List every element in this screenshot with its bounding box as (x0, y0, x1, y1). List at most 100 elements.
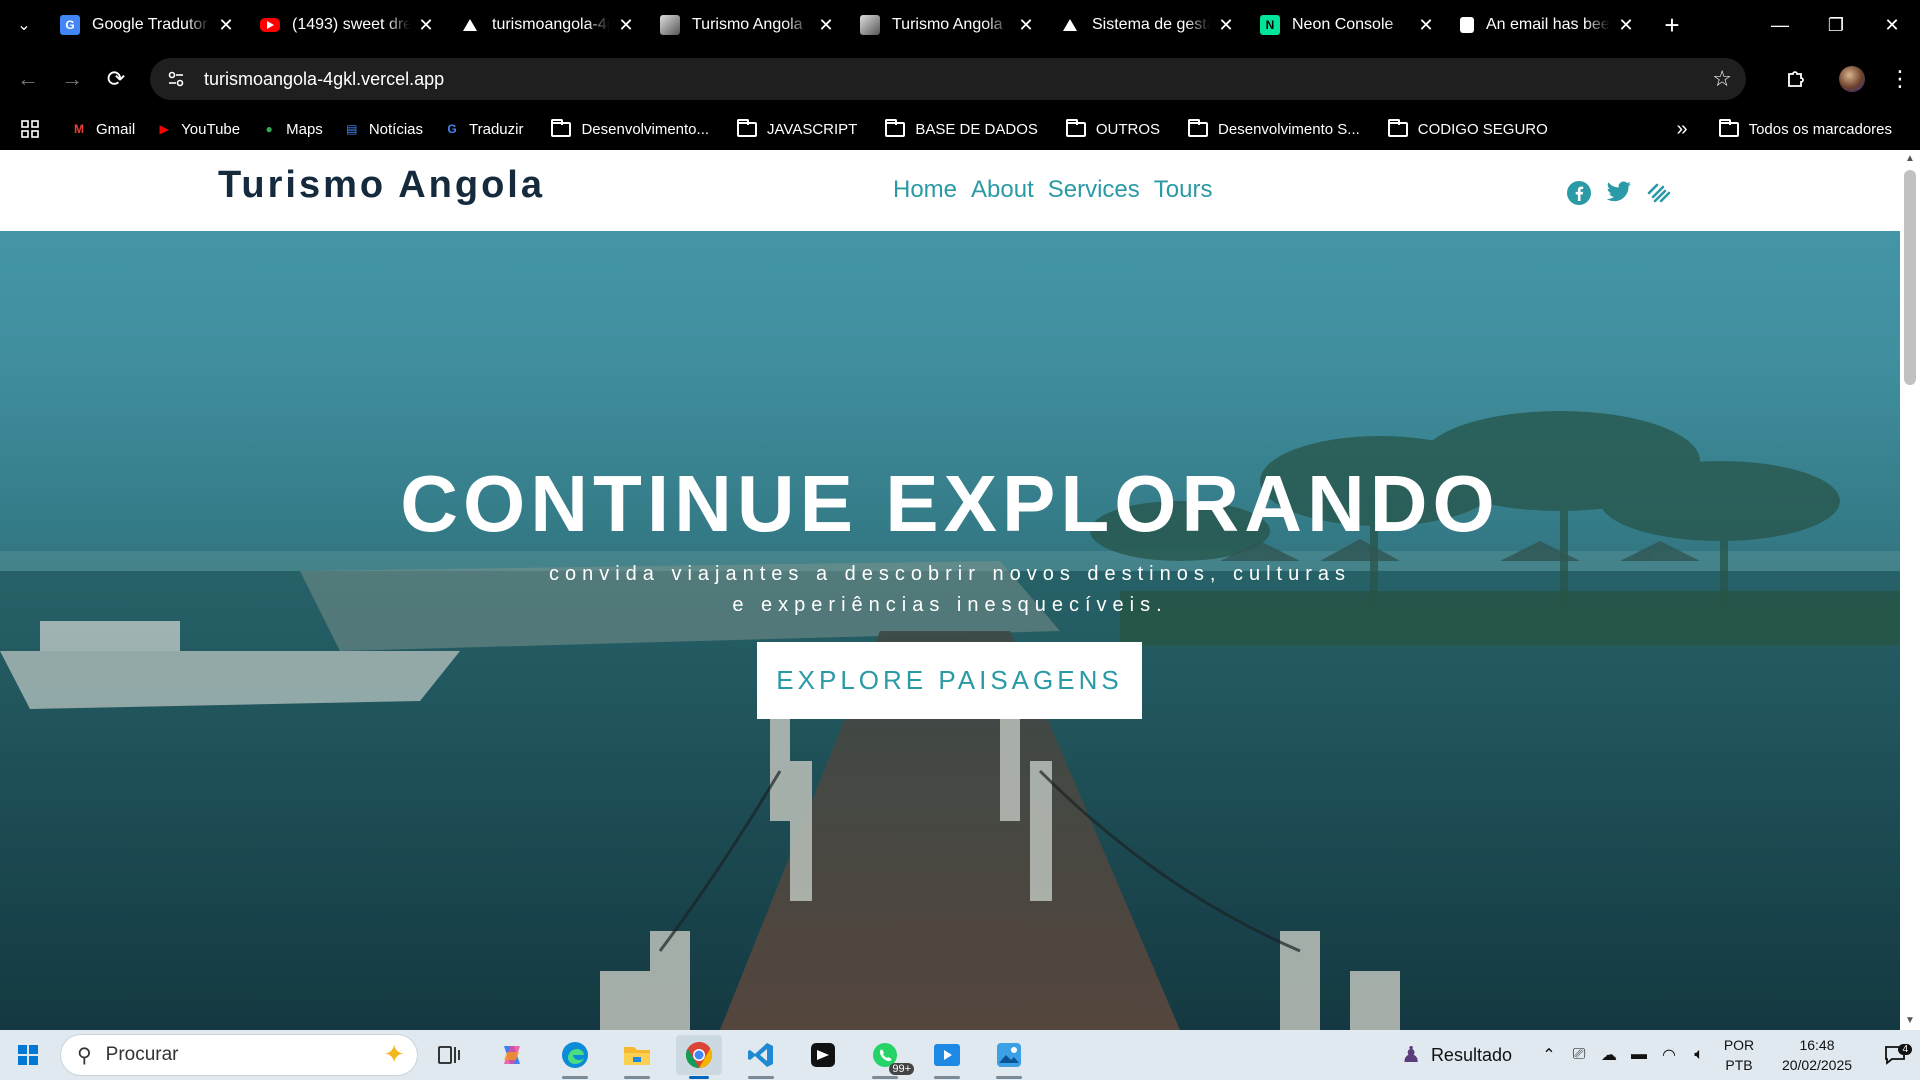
nav-link-home[interactable]: Home (893, 176, 957, 204)
close-tab-icon[interactable]: ✕ (416, 15, 436, 36)
scroll-up-arrow-icon[interactable]: ▲ (1900, 150, 1920, 168)
new-tab-button[interactable]: + (1652, 0, 1692, 50)
all-bookmarks-label: Todos os marcadores (1748, 120, 1892, 138)
volume-icon[interactable]: 🔈︎ (1684, 1046, 1714, 1064)
bookmark-link[interactable]: G Traduzir (433, 113, 533, 145)
all-bookmarks-folder[interactable]: Todos os marcadores (1709, 113, 1902, 145)
browser-tab[interactable]: Turismo Angola ✕ (648, 0, 848, 50)
site-logo[interactable]: Turismo Angola (218, 164, 545, 207)
bookmark-folder[interactable]: CODIGO SEGURO (1378, 113, 1558, 145)
more-bookmarks-chevron-icon[interactable]: » (1670, 108, 1694, 150)
nav-link-tours[interactable]: Tours (1154, 176, 1213, 204)
windows-logo-icon (18, 1045, 38, 1065)
taskbar-search[interactable]: ⚲ Procurar ✦ (60, 1034, 418, 1076)
capcut-icon[interactable] (800, 1035, 846, 1075)
bookmark-label: Gmail (96, 120, 136, 138)
vercel-icon (460, 15, 480, 35)
bookmark-folder[interactable]: Desenvolvimento... (541, 113, 719, 145)
app-running-indicator (562, 1076, 588, 1079)
widget-icon: ♟ (1401, 1042, 1421, 1067)
bookmark-folder[interactable]: Desenvolvimento S... (1178, 113, 1370, 145)
close-tab-icon[interactable]: ✕ (816, 15, 836, 36)
close-window-button[interactable]: ✕ (1864, 0, 1920, 50)
browser-tab[interactable]: G Google Tradutor ✕ (48, 0, 248, 50)
page-scrollbar[interactable]: ▲ ▼ (1900, 150, 1920, 1030)
facebook-icon[interactable] (1566, 180, 1592, 206)
site-info-icon[interactable] (156, 58, 196, 100)
show-hidden-icons-chevron-icon[interactable]: ⌃ (1534, 1045, 1564, 1065)
battery-icon[interactable]: ▬ (1624, 1046, 1654, 1064)
bookmark-label: Desenvolvimento S... (1218, 120, 1360, 138)
tab-title: turismoangola-4gkl (492, 16, 610, 33)
wifi-icon[interactable]: ◠ (1654, 1045, 1684, 1065)
close-tab-icon[interactable]: ✕ (1416, 15, 1436, 36)
bookmark-link[interactable]: M Gmail (60, 113, 145, 145)
meet-now-icon[interactable]: ⎚ (1564, 1046, 1594, 1064)
whatsapp-icon[interactable]: 99+ (862, 1035, 914, 1079)
browser-tab[interactable]: An email has been ✕ (1448, 0, 1648, 50)
tab-title: Neon Console (1292, 16, 1394, 33)
chrome-icon[interactable] (676, 1035, 722, 1079)
app-running-indicator (748, 1076, 774, 1079)
nav-link-about[interactable]: About (971, 176, 1034, 204)
copilot-icon[interactable] (489, 1035, 535, 1075)
browser-tab[interactable]: N Neon Console ✕ (1248, 0, 1448, 50)
file-explorer-icon[interactable] (614, 1035, 660, 1079)
scrollbar-thumb[interactable] (1904, 170, 1916, 385)
profile-avatar[interactable] (1824, 57, 1880, 101)
edge-icon[interactable] (552, 1035, 598, 1079)
extensions-icon[interactable] (1768, 57, 1824, 101)
task-view-icon[interactable] (426, 1035, 472, 1075)
apps-grid-icon[interactable] (0, 108, 60, 150)
bookmark-link[interactable]: ▤ Notícias (333, 113, 433, 145)
tab-title: Turismo Angola (892, 16, 1003, 33)
site-icon (660, 15, 680, 35)
vscode-icon[interactable] (738, 1035, 784, 1079)
media-player-icon[interactable] (924, 1035, 970, 1079)
forward-button[interactable]: → (50, 57, 94, 101)
explore-landscapes-button[interactable]: EXPLORE PAISAGENS (757, 642, 1142, 719)
tab-search-chevron-icon[interactable]: ⌄ (0, 0, 48, 50)
folder-icon (551, 118, 572, 137)
onedrive-icon[interactable]: ☁ (1594, 1045, 1624, 1065)
twitter-icon[interactable] (1606, 180, 1632, 206)
url-text[interactable]: turismoangola-4gkl.vercel.app (204, 69, 444, 90)
search-placeholder: Procurar (105, 1044, 179, 1065)
close-tab-icon[interactable]: ✕ (1616, 15, 1636, 36)
close-tab-icon[interactable]: ✕ (216, 15, 236, 36)
bookmark-folder[interactable]: OUTROS (1056, 113, 1170, 145)
bookmark-folder[interactable]: JAVASCRIPT (727, 113, 867, 145)
clock-time: 16:48 (1799, 1037, 1835, 1053)
bookmark-link[interactable]: ● Maps (250, 113, 333, 145)
bookmark-link[interactable]: ▶ YouTube (145, 113, 250, 145)
browser-menu-icon[interactable]: ⋮ (1880, 57, 1920, 101)
scroll-down-arrow-icon[interactable]: ▼ (1900, 1012, 1920, 1030)
restore-button[interactable]: ❐ (1808, 0, 1864, 50)
nav-link-services[interactable]: Services (1048, 176, 1140, 204)
keyboard-layout: PTB (1725, 1057, 1753, 1073)
clock[interactable]: 16:48 20/02/2025 (1764, 1035, 1870, 1075)
bookmark-star-icon[interactable]: ☆ (1712, 66, 1732, 92)
photos-icon[interactable] (986, 1035, 1032, 1079)
start-button[interactable] (0, 1030, 56, 1080)
reload-button[interactable]: ⟳ (94, 57, 138, 101)
close-tab-icon[interactable]: ✕ (616, 15, 636, 36)
hero-section: CONTINUE EXPLORANDO convida viajantes a … (0, 231, 1900, 1030)
squarespace-icon[interactable] (1646, 180, 1672, 206)
back-button[interactable]: ← (6, 57, 50, 101)
browser-tab[interactable]: Turismo Angola ✕ (848, 0, 1048, 50)
browser-tab[interactable]: (1493) sweet dreams ✕ (248, 0, 448, 50)
minimize-button[interactable]: — (1752, 0, 1808, 50)
browser-tab[interactable]: turismoangola-4gkl ✕ (448, 0, 648, 50)
folder-icon (1065, 118, 1086, 137)
address-bar[interactable]: turismoangola-4gkl.vercel.app ☆ (150, 58, 1746, 100)
weather-widget[interactable]: ♟ Resultado (1401, 1042, 1512, 1068)
google-translate-icon: G (447, 122, 457, 136)
close-tab-icon[interactable]: ✕ (1216, 15, 1236, 36)
notification-center-icon[interactable]: 4 (1870, 1044, 1920, 1065)
language-indicator[interactable]: POR PTB (1714, 1035, 1764, 1075)
bookmark-folder[interactable]: BASE DE DADOS (875, 113, 1048, 145)
browser-tab[interactable]: Sistema de gestão ✕ (1048, 0, 1248, 50)
close-tab-icon[interactable]: ✕ (1016, 15, 1036, 36)
windows-taskbar: ⚲ Procurar ✦ 99+ ♟ Resultado ⌃ ⎚ ☁ ▬ ◠ 🔈… (0, 1030, 1920, 1080)
